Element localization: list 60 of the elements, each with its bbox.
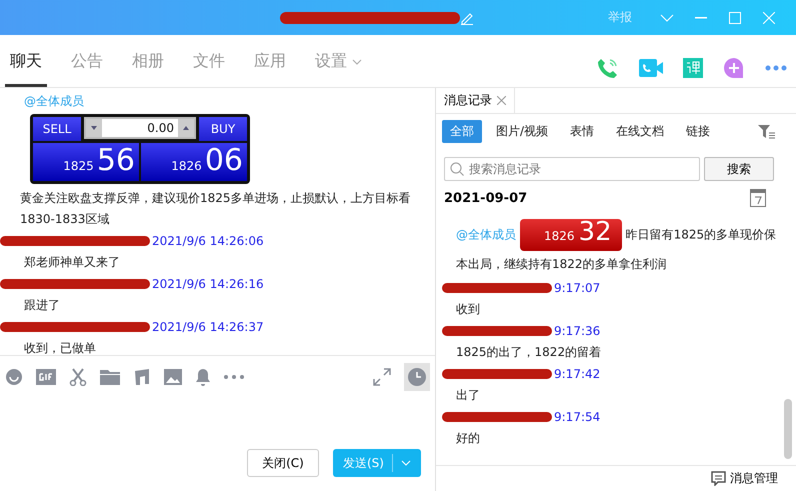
filter-icon[interactable] — [758, 124, 776, 138]
scrollbar-thumb[interactable] — [784, 399, 792, 459]
message-text: 收到 — [456, 301, 481, 318]
phone-icon[interactable] — [597, 57, 619, 79]
more-icon[interactable] — [224, 375, 244, 379]
filter-tab[interactable]: 图片/视频 — [488, 120, 556, 143]
decrement-icon[interactable] — [86, 119, 102, 137]
message-text: 1825的出了，1822的留着 — [456, 344, 602, 361]
message-time: 9:17:07 — [554, 281, 600, 295]
filter-tab[interactable]: 链接 — [678, 120, 718, 143]
music-icon[interactable] — [133, 368, 151, 386]
message-text: 收到，已做单 — [24, 340, 97, 355]
filter-tab[interactable]: 表情 — [562, 120, 602, 143]
price-badge: 1826 32 — [520, 219, 622, 251]
course-icon[interactable] — [683, 58, 703, 78]
add-app-icon[interactable] — [723, 57, 745, 79]
close-button[interactable]: 关闭(C) — [247, 449, 319, 477]
folder-icon[interactable] — [100, 369, 120, 385]
amount-spinner[interactable]: 0.00 — [84, 117, 196, 139]
search-icon — [450, 162, 464, 176]
history-tab[interactable]: 消息记录 — [436, 88, 515, 113]
edit-icon[interactable] — [460, 10, 474, 24]
history-clock-icon[interactable] — [404, 363, 430, 391]
more-icon[interactable] — [765, 65, 787, 71]
message-manage-link[interactable]: 消息管理 — [730, 470, 778, 487]
message-manage-icon — [711, 471, 726, 486]
calendar-icon[interactable] — [750, 189, 766, 207]
scissors-icon[interactable] — [69, 368, 87, 386]
message-time: 9:17:54 — [554, 410, 600, 424]
search-button[interactable]: 搜索 — [704, 157, 774, 181]
chevron-down-icon — [400, 460, 411, 466]
price-digits: 06 — [204, 143, 243, 178]
expand-icon[interactable] — [373, 368, 391, 386]
message-text: 出了 — [456, 387, 481, 404]
increment-icon[interactable] — [178, 119, 194, 137]
message-text: 黄金关注欧盘支撑反弹，建议现价1825多单进场，止损默认，上方目标看1830-1833区域 — [20, 190, 412, 228]
video-call-icon[interactable] — [639, 58, 663, 78]
bell-icon[interactable] — [195, 368, 211, 386]
message-time: 9:17:36 — [554, 324, 600, 338]
price-digits: 56 — [96, 143, 135, 178]
gif-icon[interactable] — [36, 369, 56, 385]
message-text: 跟进了 — [24, 297, 61, 314]
message-text: 郑老师神单又来了 — [24, 254, 121, 271]
message-text: @全体成员 1826 32 昨日留有1825的多单现价保本出局，继续持有1822的多单拿住利润 — [456, 219, 778, 273]
search-field[interactable]: 搜索消息记录 — [444, 157, 700, 181]
image-icon[interactable] — [164, 369, 182, 385]
message-time: 2021/9/6 14:26:16 — [152, 277, 264, 291]
buy-button[interactable]: BUY — [199, 117, 247, 141]
message-time: 2021/9/6 14:26:06 — [152, 234, 264, 248]
message-time: 9:17:42 — [554, 367, 600, 381]
filter-tab[interactable]: 在线文档 — [608, 120, 672, 143]
message-time: 2021/9/6 14:26:37 — [152, 320, 264, 334]
price-prefix: 1825 — [63, 159, 94, 173]
message-text: 好的 — [456, 430, 481, 447]
tab[interactable]: 聊天 — [5, 51, 47, 87]
date-heading: 2021-09-07 — [444, 190, 528, 206]
close-icon[interactable] — [497, 96, 506, 105]
sell-button[interactable]: SELL — [33, 117, 81, 141]
price-prefix: 1826 — [171, 159, 202, 173]
emoji-icon[interactable] — [5, 368, 23, 386]
